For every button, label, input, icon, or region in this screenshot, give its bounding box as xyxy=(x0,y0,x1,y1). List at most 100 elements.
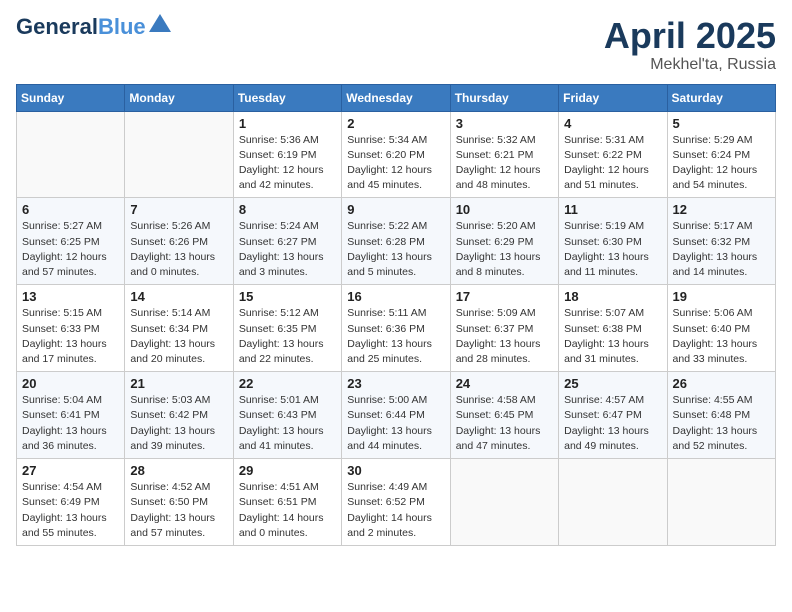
day-info: Sunrise: 5:09 AMSunset: 6:37 PMDaylight:… xyxy=(456,306,553,367)
day-info: Sunrise: 5:01 AMSunset: 6:43 PMDaylight:… xyxy=(239,393,336,454)
day-number: 15 xyxy=(239,289,336,304)
calendar-cell xyxy=(667,459,775,546)
day-info: Sunrise: 5:34 AMSunset: 6:20 PMDaylight:… xyxy=(347,133,444,194)
day-info: Sunrise: 4:49 AMSunset: 6:52 PMDaylight:… xyxy=(347,480,444,541)
day-number: 20 xyxy=(22,376,119,391)
calendar-cell: 8 Sunrise: 5:24 AMSunset: 6:27 PMDaylight… xyxy=(233,198,341,285)
calendar-cell: 21Sunrise: 5:03 AMSunset: 6:42 PMDayligh… xyxy=(125,372,233,459)
day-number: 22 xyxy=(239,376,336,391)
day-info: Sunrise: 5:19 AMSunset: 6:30 PMDaylight:… xyxy=(564,219,661,280)
calendar-cell: 29 Sunrise: 4:51 AMSunset: 6:51 PMDayligh… xyxy=(233,459,341,546)
day-info: Sunrise: 5:24 AMSunset: 6:27 PMDaylight:… xyxy=(239,219,336,280)
calendar-cell: 12Sunrise: 5:17 AMSunset: 6:32 PMDayligh… xyxy=(667,198,775,285)
day-info: Sunrise: 5:12 AMSunset: 6:35 PMDaylight:… xyxy=(239,306,336,367)
day-info: Sunrise: 4:51 AMSunset: 6:51 PMDaylight:… xyxy=(239,480,336,541)
calendar-cell: 1 Sunrise: 5:36 AMSunset: 6:19 PMDaylight… xyxy=(233,111,341,198)
day-info: Sunrise: 5:00 AMSunset: 6:44 PMDaylight:… xyxy=(347,393,444,454)
day-number: 16 xyxy=(347,289,444,304)
day-number: 27 xyxy=(22,463,119,478)
day-number: 9 xyxy=(347,202,444,217)
day-info: Sunrise: 5:36 AMSunset: 6:19 PMDaylight:… xyxy=(239,133,336,194)
weekday-friday: Friday xyxy=(559,84,667,111)
day-info: Sunrise: 5:07 AMSunset: 6:38 PMDaylight:… xyxy=(564,306,661,367)
day-info: Sunrise: 5:15 AMSunset: 6:33 PMDaylight:… xyxy=(22,306,119,367)
day-number: 8 xyxy=(239,202,336,217)
calendar-cell: 19 Sunrise: 5:06 AMSunset: 6:40 PMDayligh… xyxy=(667,285,775,372)
calendar-cell: 18Sunrise: 5:07 AMSunset: 6:38 PMDayligh… xyxy=(559,285,667,372)
day-info: Sunrise: 5:04 AMSunset: 6:41 PMDaylight:… xyxy=(22,393,119,454)
day-info: Sunrise: 4:58 AMSunset: 6:45 PMDaylight:… xyxy=(456,393,553,454)
day-info: Sunrise: 5:20 AMSunset: 6:29 PMDaylight:… xyxy=(456,219,553,280)
day-info: Sunrise: 5:31 AMSunset: 6:22 PMDaylight:… xyxy=(564,133,661,194)
calendar-header: SundayMondayTuesdayWednesdayThursdayFrid… xyxy=(17,84,776,111)
calendar-cell: 20 Sunrise: 5:04 AMSunset: 6:41 PMDayligh… xyxy=(17,372,125,459)
day-info: Sunrise: 4:57 AMSunset: 6:47 PMDaylight:… xyxy=(564,393,661,454)
calendar-cell: 17 Sunrise: 5:09 AMSunset: 6:37 PMDayligh… xyxy=(450,285,558,372)
calendar-cell: 13 Sunrise: 5:15 AMSunset: 6:33 PMDayligh… xyxy=(17,285,125,372)
title-area: April 2025 Mekhel'ta, Russia xyxy=(604,16,776,74)
day-number: 19 xyxy=(673,289,770,304)
day-number: 28 xyxy=(130,463,227,478)
day-number: 26 xyxy=(673,376,770,391)
calendar-cell: 30 Sunrise: 4:49 AMSunset: 6:52 PMDayligh… xyxy=(342,459,450,546)
day-info: Sunrise: 5:11 AMSunset: 6:36 PMDaylight:… xyxy=(347,306,444,367)
day-info: Sunrise: 5:26 AMSunset: 6:26 PMDaylight:… xyxy=(130,219,227,280)
calendar-cell: 6Sunrise: 5:27 AMSunset: 6:25 PMDaylight… xyxy=(17,198,125,285)
day-number: 1 xyxy=(239,116,336,131)
weekday-header-row: SundayMondayTuesdayWednesdayThursdayFrid… xyxy=(17,84,776,111)
calendar-cell: 14 Sunrise: 5:14 AMSunset: 6:34 PMDayligh… xyxy=(125,285,233,372)
day-number: 13 xyxy=(22,289,119,304)
day-info: Sunrise: 4:52 AMSunset: 6:50 PMDaylight:… xyxy=(130,480,227,541)
day-number: 3 xyxy=(456,116,553,131)
calendar-body: 1 Sunrise: 5:36 AMSunset: 6:19 PMDaylight… xyxy=(17,111,776,545)
calendar-week-3: 13 Sunrise: 5:15 AMSunset: 6:33 PMDayligh… xyxy=(17,285,776,372)
calendar-cell: 10 Sunrise: 5:20 AMSunset: 6:29 PMDayligh… xyxy=(450,198,558,285)
header: GeneralBlue April 2025 Mekhel'ta, Russia xyxy=(16,16,776,74)
calendar-cell xyxy=(17,111,125,198)
day-number: 5 xyxy=(673,116,770,131)
location-title: Mekhel'ta, Russia xyxy=(604,56,776,74)
calendar-cell xyxy=(125,111,233,198)
calendar-week-1: 1 Sunrise: 5:36 AMSunset: 6:19 PMDaylight… xyxy=(17,111,776,198)
calendar-cell: 26 Sunrise: 4:55 AMSunset: 6:48 PMDayligh… xyxy=(667,372,775,459)
calendar-cell: 5 Sunrise: 5:29 AMSunset: 6:24 PMDaylight… xyxy=(667,111,775,198)
day-number: 14 xyxy=(130,289,227,304)
day-info: Sunrise: 5:06 AMSunset: 6:40 PMDaylight:… xyxy=(673,306,770,367)
day-info: Sunrise: 4:54 AMSunset: 6:49 PMDaylight:… xyxy=(22,480,119,541)
calendar-cell xyxy=(559,459,667,546)
calendar-cell: 15 Sunrise: 5:12 AMSunset: 6:35 PMDayligh… xyxy=(233,285,341,372)
day-info: Sunrise: 4:55 AMSunset: 6:48 PMDaylight:… xyxy=(673,393,770,454)
calendar-week-4: 20 Sunrise: 5:04 AMSunset: 6:41 PMDayligh… xyxy=(17,372,776,459)
calendar-week-2: 6Sunrise: 5:27 AMSunset: 6:25 PMDaylight… xyxy=(17,198,776,285)
day-info: Sunrise: 5:22 AMSunset: 6:28 PMDaylight:… xyxy=(347,219,444,280)
day-number: 29 xyxy=(239,463,336,478)
calendar-cell: 28 Sunrise: 4:52 AMSunset: 6:50 PMDayligh… xyxy=(125,459,233,546)
day-info: Sunrise: 5:29 AMSunset: 6:24 PMDaylight:… xyxy=(673,133,770,194)
calendar-cell xyxy=(450,459,558,546)
calendar-table: SundayMondayTuesdayWednesdayThursdayFrid… xyxy=(16,84,776,546)
day-number: 12 xyxy=(673,202,770,217)
day-info: Sunrise: 5:27 AMSunset: 6:25 PMDaylight:… xyxy=(22,219,119,280)
day-info: Sunrise: 5:14 AMSunset: 6:34 PMDaylight:… xyxy=(130,306,227,367)
weekday-thursday: Thursday xyxy=(450,84,558,111)
weekday-monday: Monday xyxy=(125,84,233,111)
calendar-cell: 11Sunrise: 5:19 AMSunset: 6:30 PMDayligh… xyxy=(559,198,667,285)
day-number: 10 xyxy=(456,202,553,217)
calendar-cell: 9 Sunrise: 5:22 AMSunset: 6:28 PMDaylight… xyxy=(342,198,450,285)
weekday-sunday: Sunday xyxy=(17,84,125,111)
day-number: 21 xyxy=(130,376,227,391)
calendar-cell: 4 Sunrise: 5:31 AMSunset: 6:22 PMDaylight… xyxy=(559,111,667,198)
day-number: 24 xyxy=(456,376,553,391)
day-number: 4 xyxy=(564,116,661,131)
calendar-cell: 7 Sunrise: 5:26 AMSunset: 6:26 PMDaylight… xyxy=(125,198,233,285)
calendar-cell: 25Sunrise: 4:57 AMSunset: 6:47 PMDayligh… xyxy=(559,372,667,459)
day-number: 17 xyxy=(456,289,553,304)
weekday-tuesday: Tuesday xyxy=(233,84,341,111)
day-number: 7 xyxy=(130,202,227,217)
weekday-wednesday: Wednesday xyxy=(342,84,450,111)
calendar-cell: 23Sunrise: 5:00 AMSunset: 6:44 PMDayligh… xyxy=(342,372,450,459)
calendar-cell: 16 Sunrise: 5:11 AMSunset: 6:36 PMDayligh… xyxy=(342,285,450,372)
calendar-week-5: 27 Sunrise: 4:54 AMSunset: 6:49 PMDayligh… xyxy=(17,459,776,546)
logo: GeneralBlue xyxy=(16,16,171,38)
day-number: 30 xyxy=(347,463,444,478)
